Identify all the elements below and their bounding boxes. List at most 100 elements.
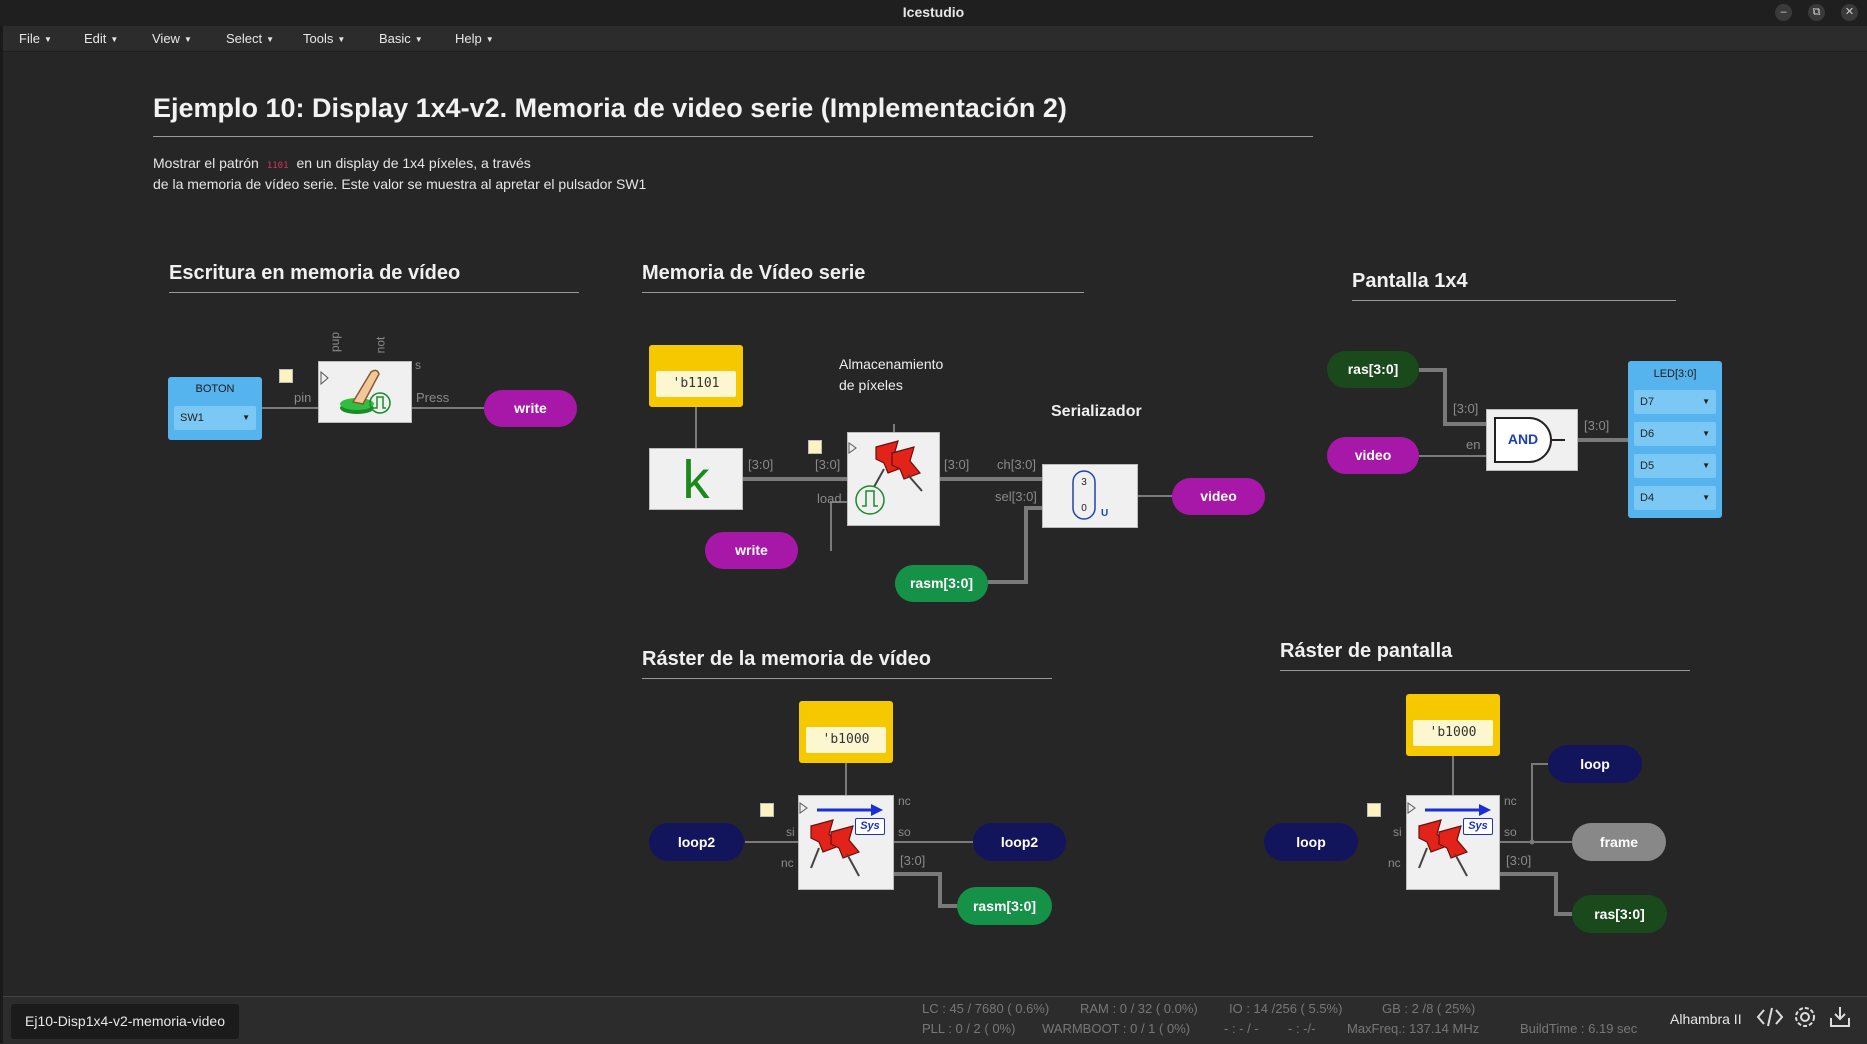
- clock-param-square[interactable]: [1367, 803, 1381, 817]
- mux-top-index: 3: [1081, 477, 1087, 488]
- port-label-nc: nc: [1388, 856, 1401, 870]
- port-label-so: so: [1504, 825, 1517, 839]
- param-pup: pup: [328, 331, 343, 353]
- param-not: not: [373, 336, 388, 354]
- led-title: LED[3:0]: [1653, 368, 1697, 380]
- chevron-down-icon: ▼: [242, 413, 250, 422]
- led-pin-select[interactable]: D7 ▼: [1634, 390, 1716, 414]
- led-output-block[interactable]: LED[3:0] D7 ▼ D6 ▼ D5 ▼ D4 ▼: [1628, 361, 1722, 518]
- chevron-down-icon: ▼: [1702, 429, 1710, 438]
- stat-pll: PLL : 0 / 2 ( 0%): [922, 1021, 1016, 1036]
- clock-param-square[interactable]: [808, 440, 822, 454]
- port-label-nc: nc: [781, 856, 794, 870]
- label-video[interactable]: video: [1327, 437, 1419, 474]
- port-label-in: [3:0]: [815, 457, 841, 472]
- boton-pin-select[interactable]: SW1 ▼: [174, 406, 256, 430]
- label-write[interactable]: write: [484, 390, 577, 427]
- sys-badge: Sys: [1463, 818, 1493, 835]
- label-rasm[interactable]: rasm[3:0]: [957, 887, 1052, 925]
- boton-title: BOTON: [195, 383, 235, 395]
- boton-input-block[interactable]: BOTON SW1 ▼: [168, 377, 262, 440]
- stat-io: IO : 14 /256 ( 5.5%): [1229, 1001, 1343, 1016]
- section-underline: [642, 678, 1052, 679]
- port-label-and-out: [3:0]: [1584, 418, 1610, 433]
- and-block[interactable]: AND: [1486, 409, 1578, 471]
- label-frame[interactable]: frame: [1572, 823, 1666, 861]
- clock-param-square[interactable]: [760, 803, 774, 817]
- port-label-en: en: [1466, 437, 1481, 452]
- stat-maxfreq: MaxFreq.: 137.14 MHz: [1347, 1021, 1480, 1036]
- port-label-si: si: [786, 825, 795, 839]
- constant-value: 'b1101: [656, 371, 736, 397]
- wire-label-bus: [3:0]: [748, 457, 774, 472]
- stat-warmboot: WARMBOOT : 0 / 1 ( 0%): [1042, 1021, 1191, 1036]
- port-label-so: so: [898, 825, 911, 839]
- section-title-pantalla: Pantalla 1x4: [1352, 270, 1468, 292]
- label-loop[interactable]: loop: [1548, 745, 1642, 783]
- label-loop[interactable]: loop: [1264, 823, 1358, 861]
- chevron-down-icon: ▼: [1702, 461, 1710, 470]
- constant-block[interactable]: 'b1000: [1406, 694, 1500, 756]
- section-title-raster-pantalla: Ráster de pantalla: [1280, 640, 1453, 662]
- note-pixeles: de píxeles: [839, 377, 903, 393]
- label-rasm[interactable]: rasm[3:0]: [895, 565, 988, 602]
- title-underline: [153, 136, 1313, 137]
- sys-badge: Sys: [855, 818, 885, 835]
- pushpin-icon: [799, 802, 883, 877]
- led-pin-select[interactable]: D5 ▼: [1634, 454, 1716, 478]
- port-label-and-in: [3:0]: [1453, 401, 1479, 416]
- led-pin-select[interactable]: D4 ▼: [1634, 486, 1716, 510]
- section-underline: [642, 292, 1084, 293]
- description-line1: Mostrar el patrón 1101 en un display de 1x…: [153, 155, 531, 171]
- label-loop2[interactable]: loop2: [649, 823, 744, 861]
- constant-value: 'b1000: [806, 727, 886, 753]
- label-write[interactable]: write: [705, 532, 798, 569]
- sys-shift-block[interactable]: Sys: [1406, 795, 1500, 890]
- param-s: s: [415, 358, 421, 372]
- page-title: Ejemplo 10: Display 1x4-v2. Memoria de v…: [153, 93, 1067, 123]
- label-ras[interactable]: ras[3:0]: [1327, 351, 1419, 388]
- sys-shift-block[interactable]: Sys: [798, 795, 894, 890]
- description-line2: de la memoria de vídeo serie. Este valor…: [153, 176, 647, 192]
- port-label-nc: nc: [1504, 794, 1517, 808]
- clock-param-square[interactable]: [279, 369, 293, 383]
- download-icon[interactable]: [1828, 1004, 1852, 1035]
- stat-dash2: - : -/-: [1288, 1021, 1316, 1036]
- section-underline: [169, 292, 579, 293]
- label-loop2[interactable]: loop2: [973, 823, 1066, 861]
- section-title-raster-memoria: Ráster de la memoria de vídeo: [642, 648, 932, 670]
- section-title-memoria: Memoria de Vídeo serie: [642, 262, 866, 284]
- section-underline: [1352, 300, 1676, 301]
- port-label-load: load: [817, 491, 842, 506]
- mux-icon: [1072, 470, 1096, 520]
- register-block[interactable]: [847, 432, 940, 526]
- stat-buildtime: BuildTime : 6.19 sec: [1520, 1021, 1638, 1036]
- port-label-bus: [3:0]: [1506, 853, 1532, 868]
- label-ras[interactable]: ras[3:0]: [1572, 895, 1667, 933]
- serializer-block[interactable]: 3 0 U: [1042, 464, 1138, 528]
- constant-block[interactable]: 'b1000: [799, 701, 893, 763]
- section-underline: [1280, 670, 1690, 671]
- section-title-escritura: Escritura en memoria de vídeo: [169, 262, 461, 284]
- pushpin-icon: [1407, 802, 1491, 877]
- port-label-nc: nc: [898, 794, 911, 808]
- button-block[interactable]: [318, 361, 412, 423]
- port-label-si: si: [1393, 825, 1402, 839]
- port-label-pin: pin: [294, 390, 312, 405]
- project-name[interactable]: Ej10-Disp1x4-v2-memoria-video: [11, 1004, 239, 1039]
- settings-icon[interactable]: [1792, 1004, 1818, 1035]
- stat-dash1: - : - / -: [1224, 1021, 1259, 1036]
- stat-ram: RAM : 0 / 32 ( 0.0%): [1080, 1001, 1198, 1016]
- label-video[interactable]: video: [1172, 478, 1265, 515]
- hand-button-icon: [320, 369, 391, 414]
- port-label-sel: sel[3:0]: [995, 489, 1037, 504]
- constant-value: 'b1000: [1413, 720, 1493, 746]
- constant-block[interactable]: 'b1101: [649, 345, 743, 407]
- k-block[interactable]: k: [649, 448, 743, 510]
- code-icon[interactable]: [1756, 1005, 1784, 1034]
- board-name[interactable]: Alhambra II: [1670, 1011, 1742, 1027]
- pattern-code: 1101: [266, 161, 289, 171]
- port-label-ch: ch[3:0]: [997, 457, 1037, 472]
- stat-lc: LC : 45 / 7680 ( 0.6%): [922, 1001, 1050, 1016]
- led-pin-select[interactable]: D6 ▼: [1634, 422, 1716, 446]
